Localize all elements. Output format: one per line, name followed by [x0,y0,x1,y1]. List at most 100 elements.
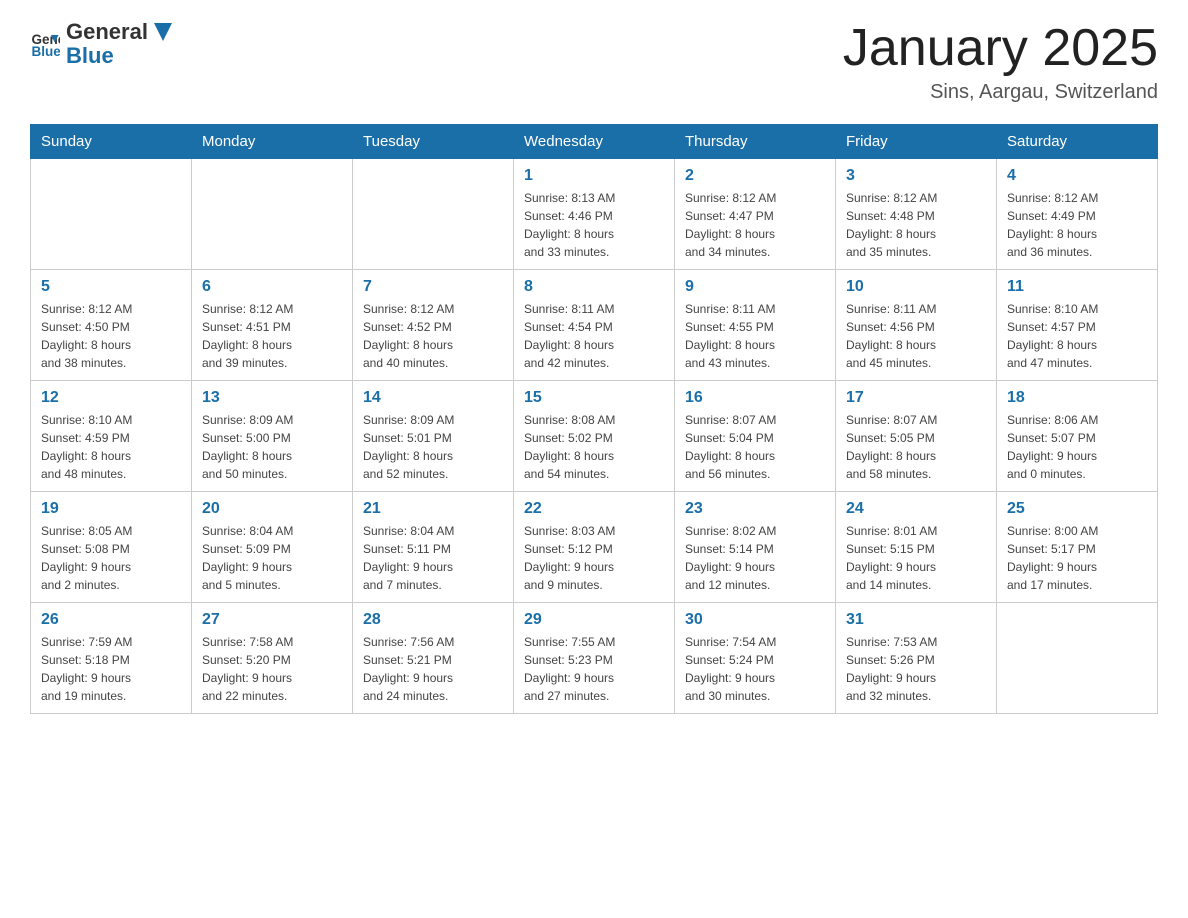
day-info: Sunrise: 8:10 AM Sunset: 4:59 PM Dayligh… [41,411,181,483]
day-cell: 21 Sunrise: 8:04 AM Sunset: 5:11 PM Dayli… [353,492,514,603]
calendar-title: January 2025 [843,20,1158,77]
day-cell: 4Sunrise: 8:12 AM Sunset: 4:49 PM Daylig… [997,159,1158,270]
day-info: Sunrise: 8:11 AM Sunset: 4:56 PM Dayligh… [846,300,986,372]
day-cell: 18 Sunrise: 8:06 AM Sunset: 5:07 PM Dayli… [997,381,1158,492]
day-info: Sunrise: 8:12 AM Sunset: 4:52 PM Dayligh… [363,300,503,372]
day-number: 17 [846,389,986,407]
day-number: 24 [846,500,986,518]
day-info: Sunrise: 8:12 AM Sunset: 4:50 PM Dayligh… [41,300,181,372]
day-cell: 24 Sunrise: 8:01 AM Sunset: 5:15 PM Dayli… [836,492,997,603]
day-number: 26 [41,611,181,629]
day-cell: 8 Sunrise: 8:11 AM Sunset: 4:54 PM Daylig… [514,270,675,381]
day-cell: 1 Sunrise: 8:13 AM Sunset: 4:46 PM Daylig… [514,159,675,270]
day-number: 18 [1007,389,1147,407]
day-cell: 22 Sunrise: 8:03 AM Sunset: 5:12 PM Dayli… [514,492,675,603]
logo-general-text: General [66,20,174,44]
day-info: Sunrise: 8:12 AM Sunset: 4:48 PM Dayligh… [846,189,986,261]
calendar-subtitle: Sins, Aargau, Switzerland [843,81,1158,104]
header-row: Sunday Monday Tuesday Wednesday Thursday… [31,125,1158,159]
day-number: 15 [524,389,664,407]
day-cell [31,159,192,270]
day-info: Sunrise: 8:06 AM Sunset: 5:07 PM Dayligh… [1007,411,1147,483]
day-info: Sunrise: 8:12 AM Sunset: 4:51 PM Dayligh… [202,300,342,372]
day-cell: 20 Sunrise: 8:04 AM Sunset: 5:09 PM Dayli… [192,492,353,603]
day-cell: 10Sunrise: 8:11 AM Sunset: 4:56 PM Dayli… [836,270,997,381]
day-cell: 28Sunrise: 7:56 AM Sunset: 5:21 PM Dayli… [353,603,514,714]
day-number: 27 [202,611,342,629]
title-section: January 2025 Sins, Aargau, Switzerland [843,20,1158,104]
day-number: 21 [363,500,503,518]
day-info: Sunrise: 8:04 AM Sunset: 5:11 PM Dayligh… [363,522,503,594]
day-cell: 15 Sunrise: 8:08 AM Sunset: 5:02 PM Dayli… [514,381,675,492]
col-thursday: Thursday [675,125,836,159]
logo-triangle-icon [152,21,174,43]
day-cell: 14 Sunrise: 8:09 AM Sunset: 5:01 PM Dayli… [353,381,514,492]
day-number: 30 [685,611,825,629]
day-cell: 7 Sunrise: 8:12 AM Sunset: 4:52 PM Daylig… [353,270,514,381]
logo-blue-text: Blue [66,44,174,68]
day-cell [997,603,1158,714]
day-cell: 5 Sunrise: 8:12 AM Sunset: 4:50 PM Daylig… [31,270,192,381]
day-number: 23 [685,500,825,518]
day-number: 8 [524,278,664,296]
col-friday: Friday [836,125,997,159]
day-number: 22 [524,500,664,518]
day-info: Sunrise: 7:54 AM Sunset: 5:24 PM Dayligh… [685,633,825,705]
day-info: Sunrise: 8:13 AM Sunset: 4:46 PM Dayligh… [524,189,664,261]
day-number: 2 [685,167,825,185]
day-number: 5 [41,278,181,296]
week-row-2: 5 Sunrise: 8:12 AM Sunset: 4:50 PM Daylig… [31,270,1158,381]
day-number: 19 [41,500,181,518]
day-info: Sunrise: 8:12 AM Sunset: 4:49 PM Dayligh… [1007,189,1147,261]
col-monday: Monday [192,125,353,159]
day-info: Sunrise: 8:11 AM Sunset: 4:54 PM Dayligh… [524,300,664,372]
day-number: 11 [1007,278,1147,296]
day-number: 7 [363,278,503,296]
day-info: Sunrise: 8:05 AM Sunset: 5:08 PM Dayligh… [41,522,181,594]
day-number: 31 [846,611,986,629]
day-info: Sunrise: 8:10 AM Sunset: 4:57 PM Dayligh… [1007,300,1147,372]
col-sunday: Sunday [31,125,192,159]
day-cell: 2 Sunrise: 8:12 AM Sunset: 4:47 PM Daylig… [675,159,836,270]
day-info: Sunrise: 8:04 AM Sunset: 5:09 PM Dayligh… [202,522,342,594]
day-cell: 3 Sunrise: 8:12 AM Sunset: 4:48 PM Daylig… [836,159,997,270]
day-number: 12 [41,389,181,407]
day-cell: 23Sunrise: 8:02 AM Sunset: 5:14 PM Dayli… [675,492,836,603]
week-row-4: 19 Sunrise: 8:05 AM Sunset: 5:08 PM Dayli… [31,492,1158,603]
day-info: Sunrise: 8:08 AM Sunset: 5:02 PM Dayligh… [524,411,664,483]
day-number: 14 [363,389,503,407]
week-row-3: 12 Sunrise: 8:10 AM Sunset: 4:59 PM Dayli… [31,381,1158,492]
col-wednesday: Wednesday [514,125,675,159]
day-info: Sunrise: 7:55 AM Sunset: 5:23 PM Dayligh… [524,633,664,705]
day-cell: 19 Sunrise: 8:05 AM Sunset: 5:08 PM Dayli… [31,492,192,603]
day-info: Sunrise: 7:58 AM Sunset: 5:20 PM Dayligh… [202,633,342,705]
day-info: Sunrise: 8:09 AM Sunset: 5:01 PM Dayligh… [363,411,503,483]
day-cell: 27 Sunrise: 7:58 AM Sunset: 5:20 PM Dayli… [192,603,353,714]
day-number: 28 [363,611,503,629]
day-number: 16 [685,389,825,407]
logo-icon: General Blue [30,29,60,59]
day-cell: 6 Sunrise: 8:12 AM Sunset: 4:51 PM Daylig… [192,270,353,381]
day-cell: 11 Sunrise: 8:10 AM Sunset: 4:57 PM Dayli… [997,270,1158,381]
day-number: 6 [202,278,342,296]
day-number: 3 [846,167,986,185]
day-info: Sunrise: 7:53 AM Sunset: 5:26 PM Dayligh… [846,633,986,705]
day-cell: 13 Sunrise: 8:09 AM Sunset: 5:00 PM Dayli… [192,381,353,492]
day-cell [353,159,514,270]
day-info: Sunrise: 8:12 AM Sunset: 4:47 PM Dayligh… [685,189,825,261]
day-number: 25 [1007,500,1147,518]
week-row-1: 1 Sunrise: 8:13 AM Sunset: 4:46 PM Daylig… [31,159,1158,270]
day-cell: 17Sunrise: 8:07 AM Sunset: 5:05 PM Dayli… [836,381,997,492]
day-number: 1 [524,167,664,185]
day-cell: 29Sunrise: 7:55 AM Sunset: 5:23 PM Dayli… [514,603,675,714]
day-info: Sunrise: 8:11 AM Sunset: 4:55 PM Dayligh… [685,300,825,372]
day-cell: 12 Sunrise: 8:10 AM Sunset: 4:59 PM Dayli… [31,381,192,492]
day-cell: 25Sunrise: 8:00 AM Sunset: 5:17 PM Dayli… [997,492,1158,603]
day-info: Sunrise: 8:01 AM Sunset: 5:15 PM Dayligh… [846,522,986,594]
week-row-5: 26Sunrise: 7:59 AM Sunset: 5:18 PM Dayli… [31,603,1158,714]
day-info: Sunrise: 8:03 AM Sunset: 5:12 PM Dayligh… [524,522,664,594]
day-info: Sunrise: 8:09 AM Sunset: 5:00 PM Dayligh… [202,411,342,483]
day-number: 20 [202,500,342,518]
day-cell: 9Sunrise: 8:11 AM Sunset: 4:55 PM Daylig… [675,270,836,381]
day-number: 13 [202,389,342,407]
